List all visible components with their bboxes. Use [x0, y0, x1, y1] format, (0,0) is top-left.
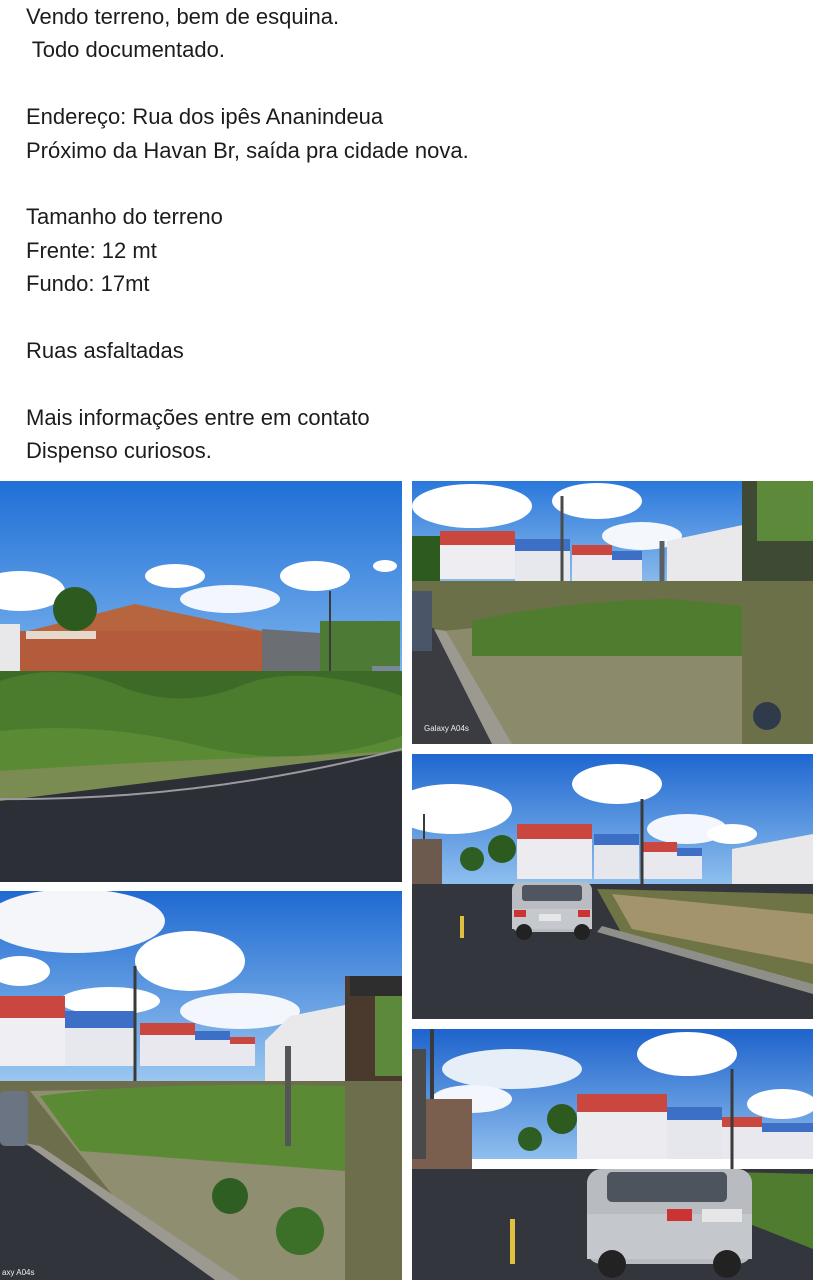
post-line-blank — [26, 301, 796, 334]
post-line-blank — [26, 367, 796, 400]
post-line-near: Próximo da Havan Br, saída pra cidade no… — [26, 137, 469, 163]
post-line-contact: Mais informações entre em contato — [26, 404, 370, 430]
post-line-documented: Todo documentado. — [26, 37, 225, 63]
post-line-address: Endereço: Rua dos ipês Ananindeua — [26, 104, 384, 130]
post-line-title: Vendo terreno, bem de esquina. — [26, 4, 340, 29]
photo-street-car-close[interactable] — [412, 1029, 813, 1280]
photo-corner-lot-brick-wall[interactable] — [0, 481, 402, 882]
post-line-blank — [26, 67, 796, 100]
post-line-size-heading: Tamanho do terreno — [26, 204, 223, 230]
post-line-no-curious: Dispenso curiosos. — [26, 438, 212, 464]
post-line-blank — [26, 167, 796, 200]
watermark: Galaxy A04s — [424, 724, 469, 733]
photo-lot-houses-pole[interactable]: axy A04s — [0, 891, 402, 1280]
photo-street-silver-car[interactable] — [412, 754, 813, 1019]
post-line-front: Frente: 12 mt — [26, 237, 157, 263]
post-text: Vendo terreno, bem de esquina. Todo docu… — [26, 0, 796, 467]
post-line-roads: Ruas asfaltadas — [26, 337, 184, 363]
photo-lot-with-houses[interactable]: Galaxy A04s — [412, 481, 813, 744]
post-line-back: Fundo: 17mt — [26, 271, 150, 297]
watermark: axy A04s — [2, 1268, 34, 1277]
